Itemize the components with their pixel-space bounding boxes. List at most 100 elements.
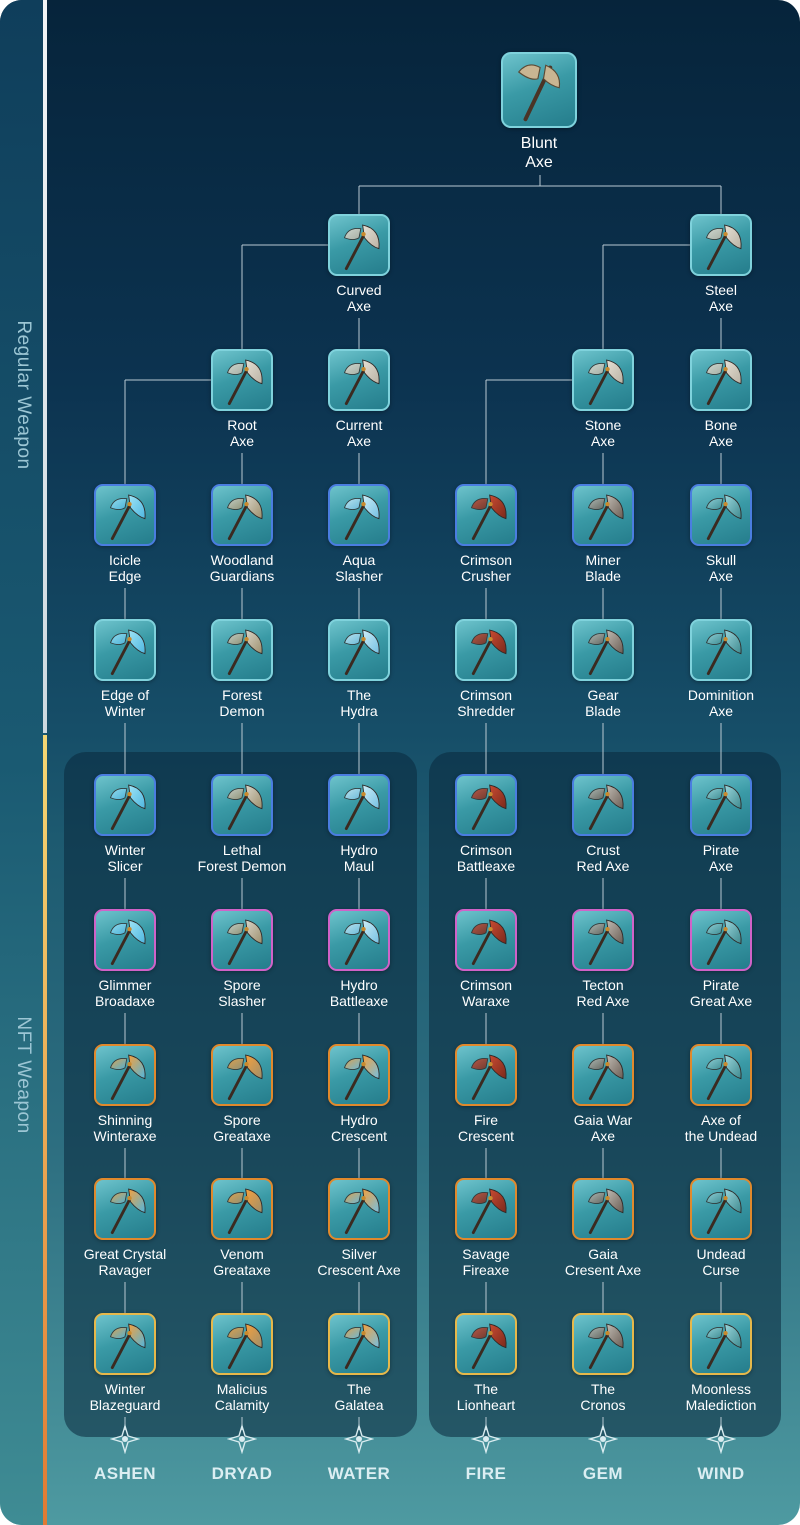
node-skull-axe[interactable]: Skull Axe xyxy=(656,484,786,584)
element-water-label: WATER xyxy=(327,1464,391,1483)
hydro-battleaxe-label: Hydro Battleaxe xyxy=(329,977,389,1009)
node-tecton-red-axe[interactable]: Tecton Red Axe xyxy=(538,909,668,1009)
node-axe-of-the-undead[interactable]: Axe of the Undead xyxy=(656,1044,786,1144)
lethal-forest-demon-icon xyxy=(211,774,273,836)
node-gaia-war-axe[interactable]: Gaia War Axe xyxy=(538,1044,668,1144)
crimson-waraxe-label: Crimson Waraxe xyxy=(459,977,513,1009)
gaia-cresent-axe-label: Gaia Cresent Axe xyxy=(564,1246,642,1278)
node-spore-greataxe[interactable]: Spore Greataxe xyxy=(177,1044,307,1144)
node-glimmer-broadaxe[interactable]: Glimmer Broadaxe xyxy=(60,909,190,1009)
node-moonless-malediction[interactable]: Moonless Malediction xyxy=(656,1313,786,1413)
great-crystal-ravager-icon xyxy=(94,1178,156,1240)
node-current-axe[interactable]: Current Axe xyxy=(294,349,424,449)
node-edge-of-winter[interactable]: Edge of Winter xyxy=(60,619,190,719)
woodland-guardians-icon xyxy=(211,484,273,546)
silver-crescent-axe-label: Silver Crescent Axe xyxy=(317,1246,401,1278)
node-silver-crescent-axe[interactable]: Silver Crescent Axe xyxy=(294,1178,424,1278)
element-fire-icon xyxy=(471,1424,501,1454)
node-forest-demon[interactable]: Forest Demon xyxy=(177,619,307,719)
node-crimson-waraxe[interactable]: Crimson Waraxe xyxy=(421,909,551,1009)
the-lionheart-icon xyxy=(455,1313,517,1375)
glimmer-broadaxe-icon xyxy=(94,909,156,971)
node-hydro-crescent[interactable]: Hydro Crescent xyxy=(294,1044,424,1144)
node-steel-axe[interactable]: Steel Axe xyxy=(656,214,786,314)
the-galatea-label: The Galatea xyxy=(334,1381,384,1413)
skull-axe-icon xyxy=(690,484,752,546)
node-crimson-battleaxe[interactable]: Crimson Battleaxe xyxy=(421,774,551,874)
node-the-galatea[interactable]: The Galatea xyxy=(294,1313,424,1413)
root-axe-label: Root Axe xyxy=(227,417,257,449)
node-venom-greataxe[interactable]: Venom Greataxe xyxy=(177,1178,307,1278)
node-malicius-calamity[interactable]: Malicius Calamity xyxy=(177,1313,307,1413)
node-gear-blade[interactable]: Gear Blade xyxy=(538,619,668,719)
node-curved-axe[interactable]: Curved Axe xyxy=(294,214,424,314)
stone-axe-label: Stone Axe xyxy=(584,417,622,449)
node-aqua-slasher[interactable]: Aqua Slasher xyxy=(294,484,424,584)
crust-red-axe-label: Crust Red Axe xyxy=(576,842,630,874)
dominition-axe-icon xyxy=(690,619,752,681)
node-crimson-crusher[interactable]: Crimson Crusher xyxy=(421,484,551,584)
gaia-war-axe-icon xyxy=(572,1044,634,1106)
current-axe-label: Current Axe xyxy=(335,417,383,449)
node-shinning-winteraxe[interactable]: Shinning Winteraxe xyxy=(60,1044,190,1144)
node-stone-axe[interactable]: Stone Axe xyxy=(538,349,668,449)
node-fire-crescent[interactable]: Fire Crescent xyxy=(421,1044,551,1144)
axe-of-the-undead-label: Axe of the Undead xyxy=(684,1112,758,1144)
node-spore-slasher[interactable]: Spore Slasher xyxy=(177,909,307,1009)
icicle-edge-label: Icicle Edge xyxy=(108,552,142,584)
element-wind-icon xyxy=(706,1424,736,1454)
element-water: WATER xyxy=(309,1424,409,1484)
element-wind-label: WIND xyxy=(697,1464,745,1483)
crimson-battleaxe-icon xyxy=(455,774,517,836)
node-pirate-great-axe[interactable]: Pirate Great Axe xyxy=(656,909,786,1009)
dominition-axe-label: Dominition Axe xyxy=(687,687,755,719)
node-winter-slicer[interactable]: Winter Slicer xyxy=(60,774,190,874)
node-the-cronos[interactable]: The Cronos xyxy=(538,1313,668,1413)
element-fire-label: FIRE xyxy=(465,1464,507,1483)
pirate-great-axe-label: Pirate Great Axe xyxy=(689,977,753,1009)
glimmer-broadaxe-label: Glimmer Broadaxe xyxy=(95,977,155,1009)
gear-blade-label: Gear Blade xyxy=(585,687,621,719)
element-gem-label: GEM xyxy=(582,1464,624,1483)
node-blunt-axe[interactable]: Blunt Axe xyxy=(474,52,604,172)
spore-greataxe-icon xyxy=(211,1044,273,1106)
hydro-crescent-icon xyxy=(328,1044,390,1106)
winter-blazeguard-label: Winter Blazeguard xyxy=(89,1381,161,1413)
the-galatea-icon xyxy=(328,1313,390,1375)
axe-of-the-undead-icon xyxy=(690,1044,752,1106)
the-cronos-label: The Cronos xyxy=(580,1381,626,1413)
node-icicle-edge[interactable]: Icicle Edge xyxy=(60,484,190,584)
great-crystal-ravager-label: Great Crystal Ravager xyxy=(83,1246,167,1278)
node-the-hydra[interactable]: The Hydra xyxy=(294,619,424,719)
node-bone-axe[interactable]: Bone Axe xyxy=(656,349,786,449)
node-pirate-axe[interactable]: Pirate Axe xyxy=(656,774,786,874)
node-undead-curse[interactable]: Undead Curse xyxy=(656,1178,786,1278)
node-woodland-guardians[interactable]: Woodland Guardians xyxy=(177,484,307,584)
node-miner-blade[interactable]: Miner Blade xyxy=(538,484,668,584)
node-crust-red-axe[interactable]: Crust Red Axe xyxy=(538,774,668,874)
undead-curse-label: Undead Curse xyxy=(696,1246,746,1278)
node-hydro-maul[interactable]: Hydro Maul xyxy=(294,774,424,874)
venom-greataxe-label: Venom Greataxe xyxy=(213,1246,271,1278)
crimson-battleaxe-label: Crimson Battleaxe xyxy=(456,842,516,874)
element-dryad: DRYAD xyxy=(192,1424,292,1484)
node-crimson-shredder[interactable]: Crimson Shredder xyxy=(421,619,551,719)
node-hydro-battleaxe[interactable]: Hydro Battleaxe xyxy=(294,909,424,1009)
node-winter-blazeguard[interactable]: Winter Blazeguard xyxy=(60,1313,190,1413)
gear-blade-icon xyxy=(572,619,634,681)
node-root-axe[interactable]: Root Axe xyxy=(177,349,307,449)
pirate-axe-label: Pirate Axe xyxy=(702,842,740,874)
node-gaia-cresent-axe[interactable]: Gaia Cresent Axe xyxy=(538,1178,668,1278)
tecton-red-axe-icon xyxy=(572,909,634,971)
node-great-crystal-ravager[interactable]: Great Crystal Ravager xyxy=(60,1178,190,1278)
element-ashen: ASHEN xyxy=(75,1424,175,1484)
node-dominition-axe[interactable]: Dominition Axe xyxy=(656,619,786,719)
element-fire: FIRE xyxy=(436,1424,536,1484)
hydro-maul-icon xyxy=(328,774,390,836)
element-gem-icon xyxy=(588,1424,618,1454)
node-lethal-forest-demon[interactable]: Lethal Forest Demon xyxy=(177,774,307,874)
node-savage-fireaxe[interactable]: Savage Fireaxe xyxy=(421,1178,551,1278)
node-the-lionheart[interactable]: The Lionheart xyxy=(421,1313,551,1413)
steel-axe-label: Steel Axe xyxy=(705,282,737,314)
crimson-shredder-label: Crimson Shredder xyxy=(457,687,515,719)
